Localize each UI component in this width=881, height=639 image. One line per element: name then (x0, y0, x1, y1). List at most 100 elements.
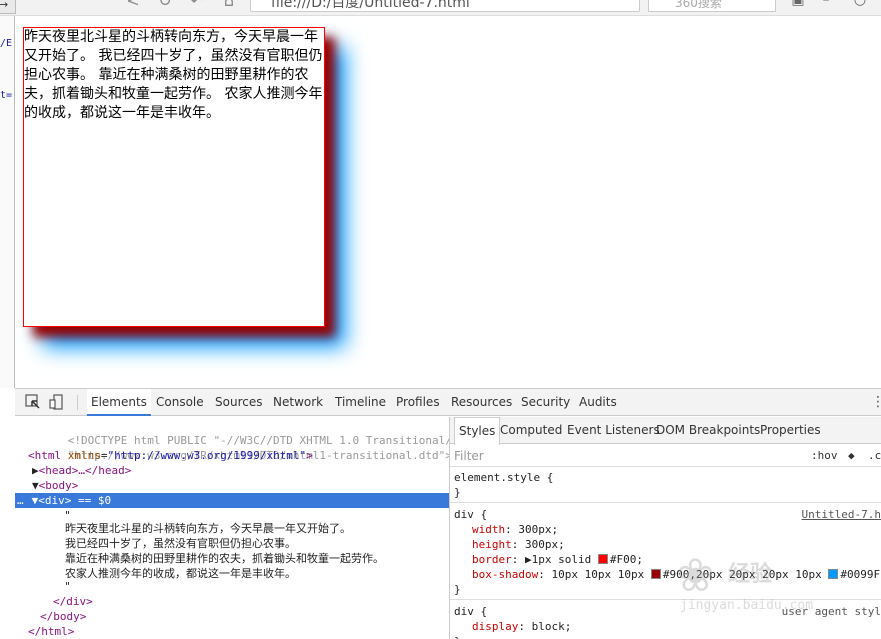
width-val: 300px; (518, 523, 559, 536)
shadow-color-1: #900 (662, 568, 690, 581)
tab-security[interactable]: Security (517, 389, 574, 416)
undo-icon[interactable]: ↶ (188, 0, 206, 10)
styles-pane: Styles Computed Event Listeners DOM Brea… (450, 417, 881, 639)
gutter-text-1: /E (0, 38, 13, 49)
browser-toolbar: →不 < ↻ ↶ ⌂ file:///D:/百度/Untitled-7.html… (0, 0, 881, 16)
search-box[interactable]: 360搜索 (648, 0, 776, 12)
display-declaration: display: block; (472, 620, 572, 633)
equals-sign: = (100, 449, 108, 462)
element-style-close: } (454, 486, 461, 499)
devtools-tabbar: Elements Console Sources Network Timelin… (15, 389, 881, 416)
tab-network[interactable]: Network (269, 389, 327, 416)
dom-html-node[interactable]: <html xmlns="http://www.w3.org/1999/xhtm… (28, 448, 449, 463)
dom-text-line-2: 我已经四十岁了，虽然没有官职但仍担心农事。 (65, 537, 296, 550)
color-swatch-blue[interactable] (828, 569, 839, 579)
source-gutter: /E t= (0, 16, 15, 388)
div-open-tag: <div> == $0 (38, 494, 112, 507)
tab-audits[interactable]: Audits (575, 389, 621, 416)
user-icon[interactable]: ▣ (790, 0, 806, 8)
div-close-tag: </div> (53, 595, 93, 608)
tab-resources[interactable]: Resources (447, 389, 516, 416)
shadow-color-2: #0099FF; (840, 568, 881, 581)
ua-rule-close: } (454, 634, 461, 639)
tab-properties[interactable]: Properties (756, 417, 825, 444)
html-attr-value: "http://www.w3.org/1999/xhtml" (107, 449, 307, 462)
cls-toggle[interactable]: .cl (868, 449, 881, 462)
height-declaration[interactable]: height: 300px; (472, 537, 565, 552)
dom-tree: <!DOCTYPE html PUBLIC "-//W3C//DTD XHTML… (15, 417, 449, 639)
home-icon[interactable]: ⌂ (220, 0, 238, 10)
height-val: 300px; (525, 538, 565, 551)
dom-doctype[interactable]: <!DOCTYPE html PUBLIC "-//W3C//DTD XHTML… (28, 418, 449, 447)
width-declaration[interactable]: width: 300px; (472, 522, 558, 537)
border-prop: border (472, 553, 512, 566)
tab-elements[interactable]: Elements (87, 389, 151, 416)
dom-text-line-1: 昨天夜里北斗星的斗柄转向东方，今天早晨一年又开始了。 (65, 522, 351, 535)
dom-div-node-selected[interactable]: … ▼<div> == $0 (15, 493, 449, 508)
div-rule-selector[interactable]: div { (454, 507, 487, 522)
address-text: file:///D:/百度/Untitled-7.html (271, 0, 470, 11)
styles-tabbar: Styles Computed Event Listeners DOM Brea… (450, 417, 881, 445)
html-open-tag: <html (28, 449, 68, 462)
dom-text-quote-close: " (65, 580, 71, 593)
dom-head-node[interactable]: ▶<head>…</head> (32, 463, 449, 478)
html-open-bracket: > (306, 449, 313, 462)
device-mode-icon[interactable] (49, 394, 65, 410)
dom-doctype-2[interactable]: "http://www.w3.org/TR/xhtml1/DTD/xhtml1-… (28, 433, 449, 462)
demo-text: 昨天夜里北斗星的斗柄转向东方，今天早晨一年又开始了。 我已经四十岁了，虽然没有官… (24, 29, 323, 121)
box-shadow-prop: box-shadow (472, 568, 539, 581)
collapse-arrow-icon[interactable]: ▼ (32, 479, 39, 492)
gutter-dots: … (17, 494, 24, 507)
new-rule-icon[interactable]: ◆ (848, 449, 855, 462)
filter-input[interactable] (454, 447, 754, 465)
address-bar[interactable]: file:///D:/百度/Untitled-7.html (250, 0, 640, 12)
more-menu-icon[interactable]: ⋮ (871, 394, 881, 410)
hov-toggle[interactable]: :hov (811, 449, 838, 462)
browser-tab[interactable]: →不 (0, 0, 16, 14)
tab-console[interactable]: Console (152, 389, 208, 416)
element-style-selector[interactable]: element.style { (454, 470, 553, 485)
menu-icon[interactable]: ○ (852, 0, 868, 8)
height-prop: height (472, 538, 512, 551)
color-swatch-red[interactable] (597, 554, 608, 564)
display-prop: display (472, 620, 519, 633)
display-val: block; (531, 620, 572, 633)
dom-body-node[interactable]: ▼<body> (32, 478, 449, 493)
tab-profiles[interactable]: Profiles (392, 389, 444, 416)
dom-text-line-3: 靠近在种满桑树的田野里耕作的农夫，抓着锄头和牧童一起劳作。 (65, 552, 384, 565)
div-rule-close: } (454, 583, 461, 596)
dom-html-close[interactable]: </html> (28, 624, 449, 639)
box-shadow-declaration[interactable]: box-shadow: 10px 10px 10px #900,20px 20p… (472, 567, 881, 582)
devtools-panel: Elements Console Sources Network Timelin… (15, 388, 881, 639)
color-swatch-darkred[interactable] (650, 569, 661, 579)
border-color-val: #F00; (609, 553, 643, 566)
ua-rule-selector: div { (454, 605, 488, 618)
refresh-icon[interactable]: ↻ (156, 0, 174, 10)
body-open-tag: <body> (38, 479, 79, 492)
head-tag: <head>…</head> (38, 464, 132, 477)
html-close-tag: </html> (28, 625, 75, 638)
back-icon[interactable]: < (124, 0, 142, 10)
dom-div-close[interactable]: </div> (53, 594, 449, 609)
rule-separator (450, 502, 881, 503)
minimize-icon[interactable]: – (818, 0, 834, 8)
tab-separator (77, 395, 78, 410)
inspect-icon[interactable] (25, 394, 41, 410)
tab-computed[interactable]: Computed (496, 417, 566, 444)
dom-body-close[interactable]: </body> (40, 609, 449, 624)
div-rule-source-link[interactable]: Untitled-7.h (802, 507, 881, 522)
width-prop: width (472, 523, 506, 536)
gutter-text-2: t= (0, 90, 13, 101)
tab-sources[interactable]: Sources (211, 389, 266, 416)
ua-rule-source: user agent styl (781, 605, 881, 618)
tab-styles[interactable]: Styles (454, 417, 501, 445)
border-declaration[interactable]: border: ▶1px solid #F00; (472, 552, 643, 567)
expand-arrow-icon[interactable]: ▶ (32, 464, 39, 477)
rule-separator (450, 599, 881, 600)
filter-row: :hov ◆ .cl (450, 445, 881, 467)
shadow-val-1: 10px 10px 10px (551, 568, 651, 581)
tab-timeline[interactable]: Timeline (331, 389, 390, 416)
tab-event-listeners[interactable]: Event Listeners (563, 417, 664, 444)
border-val: ▶1px solid (525, 553, 598, 566)
tab-dom-breakpoints[interactable]: DOM Breakpoints (652, 417, 764, 444)
